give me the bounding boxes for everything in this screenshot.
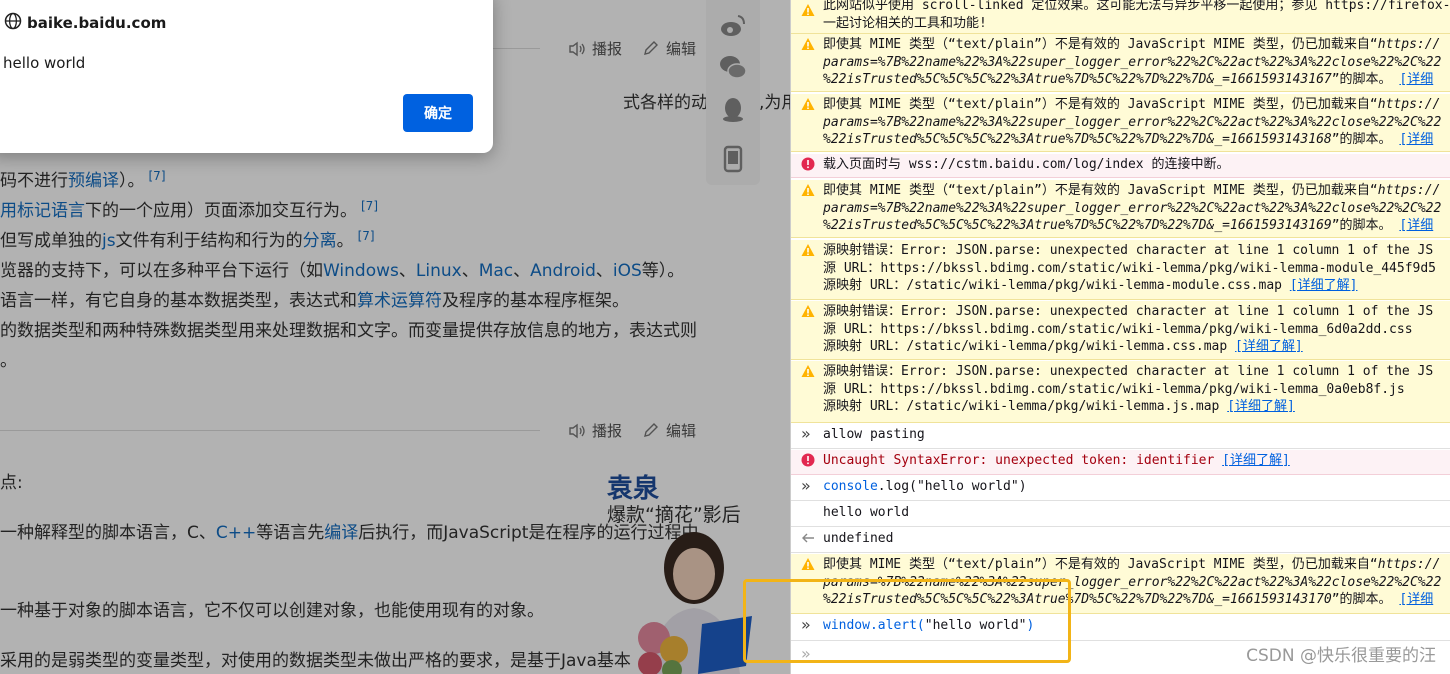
- warning-icon: [801, 3, 815, 17]
- error-icon: [801, 157, 815, 171]
- console-warning[interactable]: 源映射错误：Error: JSON.parse: unexpected char…: [791, 301, 1450, 360]
- learn-more-link[interactable]: [详细: [1399, 592, 1433, 607]
- dialog-host: baike.baidu.com: [27, 14, 167, 32]
- console-return-value: undefined: [791, 528, 1450, 553]
- console-log-output: hello world: [791, 502, 1450, 527]
- alert-dialog: baike.baidu.com hello world 确定: [0, 0, 493, 153]
- warning-icon: [801, 304, 815, 318]
- learn-more-link[interactable]: [详细了解]: [1222, 453, 1290, 468]
- console-input-echo[interactable]: » allow pasting: [791, 424, 1450, 449]
- input-chevron-icon: »: [801, 424, 811, 443]
- console-input-echo[interactable]: » console.log("hello world"): [791, 476, 1450, 501]
- dialog-message: hello world: [3, 54, 86, 72]
- console-error[interactable]: 载入页面时与 wss://cstm.baidu.com/log/index 的连…: [791, 154, 1450, 178]
- learn-more-link[interactable]: [详细: [1399, 72, 1433, 87]
- console-warning[interactable]: 此网站似乎使用 scroll-linked 定位效果。这可能无法与异步平移一起使…: [791, 0, 1450, 34]
- warning-icon: [801, 243, 815, 257]
- warning-icon: [801, 97, 815, 111]
- warning-icon: [801, 37, 815, 51]
- warning-icon: [801, 557, 815, 571]
- warning-icon: [801, 183, 815, 197]
- learn-more-link[interactable]: [详细了解]: [1227, 399, 1295, 414]
- warning-icon: [801, 364, 815, 378]
- console-warning[interactable]: 即使其 MIME 类型（“text/plain”）不是有效的 JavaScrip…: [791, 180, 1450, 238]
- learn-more-link[interactable]: [详细: [1399, 132, 1433, 147]
- ok-button[interactable]: 确定: [403, 94, 473, 132]
- console-warning[interactable]: 源映射错误：Error: JSON.parse: unexpected char…: [791, 361, 1450, 423]
- watermark: CSDN @快乐很重要的汪: [1246, 646, 1436, 666]
- learn-more-link[interactable]: [详细了解]: [1290, 278, 1358, 293]
- devtools-console: 此网站似乎使用 scroll-linked 定位效果。这可能无法与异步平移一起使…: [790, 0, 1450, 674]
- learn-more-link[interactable]: [详细: [1399, 218, 1433, 233]
- console-warning[interactable]: 即使其 MIME 类型（“text/plain”）不是有效的 JavaScrip…: [791, 34, 1450, 92]
- input-chevron-icon: »: [801, 476, 811, 495]
- console-error[interactable]: Uncaught SyntaxError: unexpected token: …: [791, 450, 1450, 475]
- annotation-highlight-box: [743, 579, 1071, 663]
- console-warning[interactable]: 即使其 MIME 类型（“text/plain”）不是有效的 JavaScrip…: [791, 94, 1450, 152]
- return-arrow-icon: [801, 531, 815, 545]
- console-warning[interactable]: 源映射错误：Error: JSON.parse: unexpected char…: [791, 240, 1450, 300]
- baike-page: 播报 编辑 式各样的动态功能,为用户提 码不进行预编译）。[7] 用标记语言下的…: [0, 0, 790, 674]
- dialog-origin: baike.baidu.com: [4, 12, 166, 34]
- error-icon: [801, 453, 815, 467]
- globe-icon: [4, 12, 22, 34]
- learn-more-link[interactable]: [详细了解]: [1235, 339, 1303, 354]
